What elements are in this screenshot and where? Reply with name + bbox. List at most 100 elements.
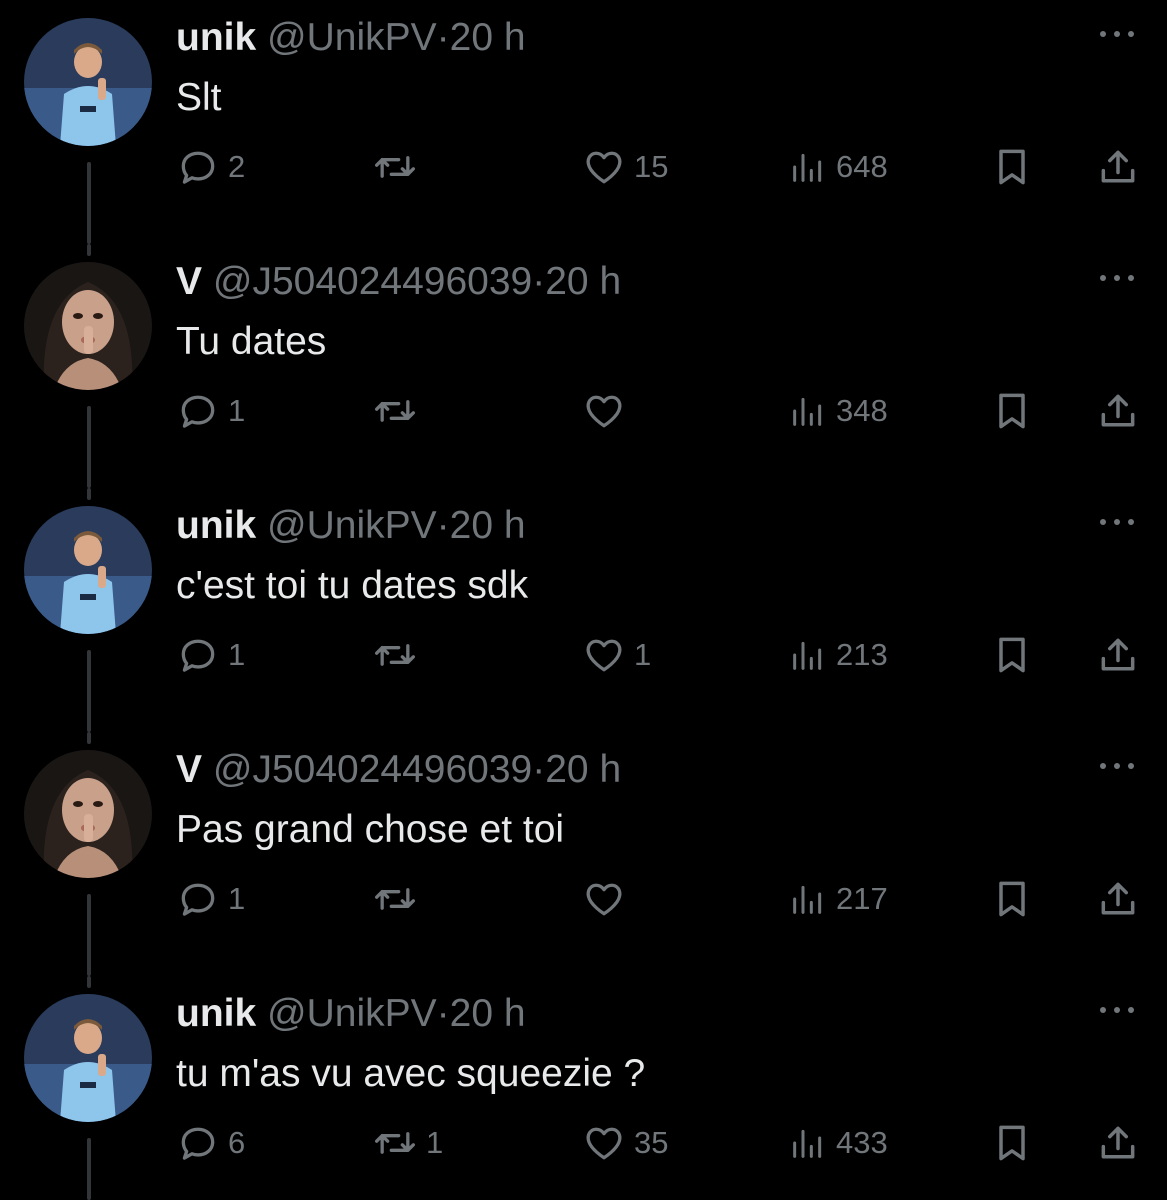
bookmark-icon	[999, 637, 1025, 673]
reply-count: 2	[228, 149, 246, 184]
speech-bubble-icon	[181, 883, 215, 916]
display-name[interactable]: unik	[176, 16, 256, 59]
like-count: 35	[634, 1125, 669, 1160]
user-handle[interactable]: @J504024496039	[213, 748, 532, 791]
views-button[interactable]: 648	[788, 142, 888, 192]
view-count: 217	[836, 881, 888, 916]
reply-button[interactable]: 2	[176, 142, 245, 192]
timestamp[interactable]: 20 h	[450, 992, 526, 1035]
reply-button[interactable]: 6	[176, 1118, 245, 1168]
avatar-portrait-image	[24, 262, 152, 390]
views-button[interactable]: 217	[788, 874, 888, 924]
timestamp[interactable]: 20 h	[450, 16, 526, 59]
bar-chart-icon	[793, 1129, 822, 1158]
more-options-button[interactable]	[1097, 510, 1137, 534]
share-upload-icon	[1101, 1126, 1135, 1159]
timestamp[interactable]: 20 h	[545, 260, 621, 303]
avatar-football-player-image	[24, 506, 152, 634]
avatar[interactable]	[24, 750, 152, 878]
avatar[interactable]	[24, 18, 152, 146]
tweet-actions: 2 15 648	[176, 142, 1146, 192]
reply-count: 1	[228, 393, 246, 428]
tweet[interactable]: V @J504024496039·20 h Pas grand chose et…	[0, 732, 1167, 976]
share-button[interactable]	[1096, 630, 1140, 680]
bookmark-button[interactable]	[990, 1118, 1034, 1168]
bookmark-button[interactable]	[990, 142, 1034, 192]
ellipsis-icon	[1100, 763, 1134, 769]
view-count: 648	[836, 149, 888, 184]
views-button[interactable]: 213	[788, 630, 888, 680]
tweet-actions: 1 1 213	[176, 630, 1146, 680]
reply-button[interactable]: 1	[176, 386, 245, 436]
avatar[interactable]	[24, 506, 152, 634]
conversation-thread: unik @UnikPV·20 h Slt 2 15 648 V @J50402…	[0, 0, 1167, 1200]
reply-button[interactable]: 1	[176, 874, 245, 924]
user-handle[interactable]: @UnikPV	[267, 992, 437, 1035]
separator-dot: ·	[436, 16, 450, 59]
share-button[interactable]	[1096, 142, 1140, 192]
reply-count: 1	[228, 881, 246, 916]
tweet[interactable]: unik @UnikPV·20 h Slt 2 15 648	[0, 0, 1167, 244]
thread-connector-line	[87, 488, 91, 500]
heart-icon	[586, 639, 622, 672]
display-name[interactable]: V	[176, 260, 202, 303]
retweet-button[interactable]	[372, 630, 426, 680]
timestamp[interactable]: 20 h	[545, 748, 621, 791]
display-name[interactable]: unik	[176, 504, 256, 547]
views-button[interactable]: 348	[788, 386, 888, 436]
tweet-header: V @J504024496039·20 h	[176, 258, 621, 306]
bookmark-button[interactable]	[990, 874, 1034, 924]
like-button[interactable]	[582, 386, 634, 436]
tweet-actions: 6 1 35 433	[176, 1118, 1146, 1168]
more-options-button[interactable]	[1097, 754, 1137, 778]
retweet-button[interactable]	[372, 874, 426, 924]
user-handle[interactable]: @UnikPV	[267, 504, 437, 547]
display-name[interactable]: V	[176, 748, 202, 791]
timestamp[interactable]: 20 h	[450, 504, 526, 547]
tweet-header: V @J504024496039·20 h	[176, 746, 621, 794]
share-button[interactable]	[1096, 874, 1140, 924]
avatar[interactable]	[24, 262, 152, 390]
separator-dot: ·	[532, 260, 546, 303]
like-button[interactable]	[582, 874, 634, 924]
bookmark-button[interactable]	[990, 630, 1034, 680]
reply-button[interactable]: 1	[176, 630, 245, 680]
speech-bubble-icon	[181, 639, 215, 672]
tweet[interactable]: unik @UnikPV·20 h tu m'as vu avec squeez…	[0, 976, 1167, 1200]
like-button[interactable]: 15	[582, 142, 668, 192]
tweet[interactable]: unik @UnikPV·20 h c'est toi tu dates sdk…	[0, 488, 1167, 732]
tweet-text: Slt	[176, 76, 222, 119]
like-count: 1	[634, 637, 652, 672]
bookmark-icon	[999, 881, 1025, 917]
share-upload-icon	[1101, 882, 1135, 915]
more-options-button[interactable]	[1097, 22, 1137, 46]
avatar[interactable]	[24, 994, 152, 1122]
user-handle[interactable]: @UnikPV	[267, 16, 437, 59]
heart-icon	[586, 883, 622, 916]
share-button[interactable]	[1096, 386, 1140, 436]
tweet[interactable]: V @J504024496039·20 h Tu dates 1 348	[0, 244, 1167, 488]
views-button[interactable]: 433	[788, 1118, 888, 1168]
thread-connector-line	[87, 406, 91, 488]
user-handle[interactable]: @J504024496039	[213, 260, 532, 303]
bar-chart-icon	[793, 885, 822, 914]
bookmark-button[interactable]	[990, 386, 1034, 436]
share-button[interactable]	[1096, 1118, 1140, 1168]
retweet-arrows-icon	[375, 400, 415, 422]
avatar-football-player-image	[24, 994, 152, 1122]
retweet-button[interactable]	[372, 142, 426, 192]
reply-count: 6	[228, 1125, 246, 1160]
heart-icon	[586, 151, 622, 184]
more-options-button[interactable]	[1097, 998, 1137, 1022]
retweet-button[interactable]	[372, 386, 426, 436]
tweet-header: unik @UnikPV·20 h	[176, 990, 526, 1038]
thread-connector-line	[87, 1138, 91, 1200]
display-name[interactable]: unik	[176, 992, 256, 1035]
retweet-button[interactable]: 1	[372, 1118, 443, 1168]
speech-bubble-icon	[181, 151, 215, 184]
more-options-button[interactable]	[1097, 266, 1137, 290]
tweet-text: Tu dates	[176, 320, 327, 363]
bookmark-icon	[999, 393, 1025, 429]
like-button[interactable]: 35	[582, 1118, 668, 1168]
like-button[interactable]: 1	[582, 630, 651, 680]
